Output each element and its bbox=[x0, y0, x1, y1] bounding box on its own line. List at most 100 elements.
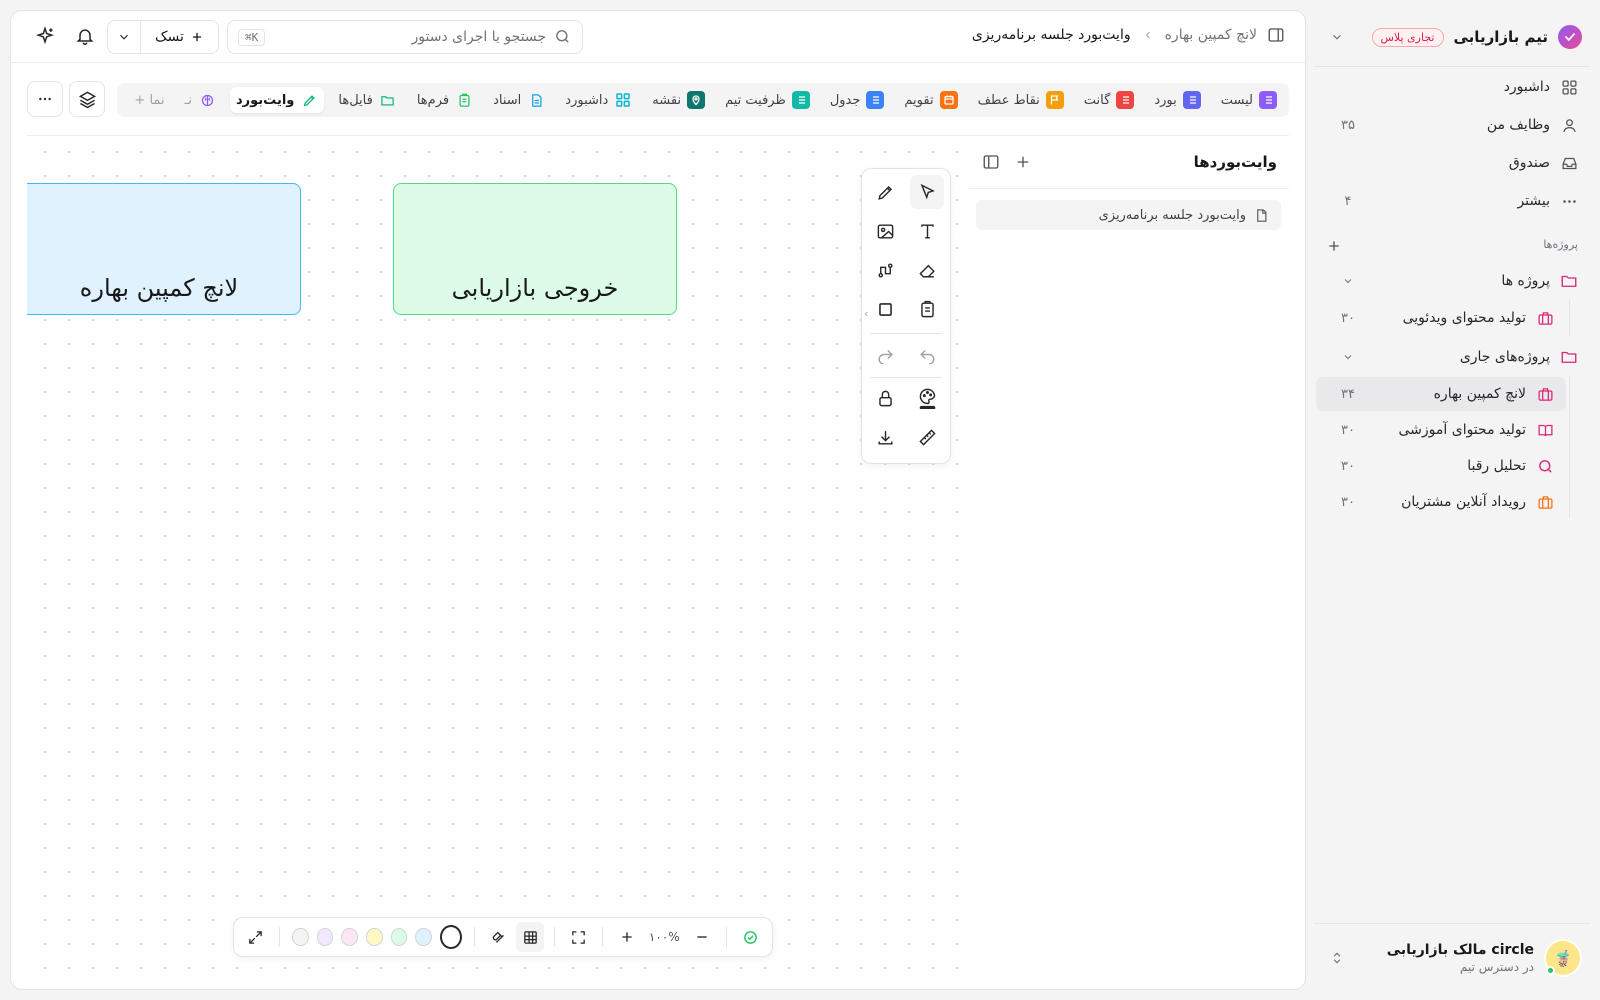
canvas-shape[interactable]: خروجی بازاریابی bbox=[393, 183, 677, 315]
sidebar-toggle-icon[interactable] bbox=[1267, 25, 1287, 45]
expand-button[interactable] bbox=[242, 922, 269, 952]
search-input[interactable]: جستجو یا اجرای دستور ⌘K bbox=[227, 20, 583, 54]
whiteboard-icon bbox=[300, 91, 318, 109]
plus-icon bbox=[619, 929, 635, 945]
nav-item-more[interactable]: بیشتر ۴ bbox=[1316, 184, 1590, 218]
layers-button[interactable] bbox=[69, 81, 105, 117]
chevrons-up-down-icon[interactable] bbox=[1326, 951, 1348, 965]
ruler-button[interactable] bbox=[910, 420, 944, 454]
snap-button[interactable] bbox=[485, 922, 512, 952]
download-button[interactable] bbox=[868, 420, 902, 454]
project-item[interactable]: تولید محتوای آموزشی ۳۰ bbox=[1316, 413, 1566, 447]
tab-label: نقشه bbox=[652, 92, 682, 108]
whiteboards-header: وایت‌بوردها bbox=[982, 150, 1277, 174]
plus-icon[interactable] bbox=[1326, 238, 1344, 256]
chevron-down-icon[interactable] bbox=[1328, 351, 1368, 363]
plus-icon[interactable] bbox=[1014, 153, 1032, 171]
pen-tool-button[interactable] bbox=[868, 175, 902, 209]
tab-table[interactable]: جدول bbox=[824, 87, 891, 113]
tab-board[interactable]: بورد bbox=[1148, 87, 1206, 113]
color-swatch[interactable] bbox=[341, 928, 359, 946]
plan-badge: تجاری پلاس bbox=[1371, 27, 1444, 47]
user-menu[interactable]: 🧋 مالک بازاریابی circle در دسترس تیم bbox=[1326, 936, 1582, 980]
eraser-icon bbox=[918, 261, 937, 280]
grid-toggle-button[interactable] bbox=[516, 922, 544, 952]
chevron-left-icon bbox=[1141, 29, 1155, 41]
canvas-shape[interactable]: لانچ کمپین بهاره bbox=[27, 183, 301, 315]
project-item[interactable]: تحلیل رقبا ۳۰ bbox=[1316, 449, 1566, 483]
new-task-button[interactable]: تسک bbox=[107, 20, 219, 54]
add-task-label: تسک bbox=[155, 29, 184, 45]
download-icon bbox=[876, 428, 895, 447]
undo-button[interactable] bbox=[910, 337, 944, 371]
tab-label: فایل‌ها bbox=[338, 92, 373, 108]
workspace-switcher[interactable]: تیم بازاریابی تجاری پلاس bbox=[1326, 20, 1582, 54]
nav-label: صندوق bbox=[1508, 155, 1550, 171]
project-item-active[interactable]: لانچ کمپین بهاره ۳۴ bbox=[1316, 377, 1566, 411]
fit-to-screen-button[interactable] bbox=[565, 922, 592, 952]
nav-item-inbox[interactable]: صندوق bbox=[1316, 146, 1590, 180]
add-task-button[interactable]: تسک bbox=[140, 21, 218, 53]
nav-item-dashboard[interactable]: داشبورد bbox=[1316, 70, 1590, 104]
panel-toggle-icon[interactable] bbox=[982, 153, 1000, 171]
color-swatch[interactable] bbox=[316, 928, 334, 946]
color-swatch[interactable] bbox=[366, 928, 383, 946]
sparkle-icon[interactable] bbox=[35, 26, 57, 48]
color-swatch[interactable] bbox=[292, 928, 309, 946]
select-tool-button[interactable] bbox=[910, 175, 944, 209]
tab-more-truncated[interactable]: نـ bbox=[179, 87, 222, 113]
tab-gantt[interactable]: گانت bbox=[1078, 87, 1141, 113]
tab-forms[interactable]: فرم‌ها bbox=[411, 87, 479, 113]
text-tool-button[interactable] bbox=[910, 214, 944, 248]
zoom-out-button[interactable] bbox=[688, 922, 715, 952]
whiteboards-panel: وایت‌بوردها وایت‌بورد جلسه برنامه‌ریزی bbox=[967, 136, 1289, 989]
color-swatch[interactable] bbox=[390, 928, 408, 946]
whiteboard-canvas[interactable]: لانچ کمپین بهاره خروجی بازاریابی ‹ ۱۰۰% bbox=[27, 136, 969, 989]
folder-projects[interactable]: پروژه ها bbox=[1316, 264, 1590, 298]
add-view-button[interactable]: + نما bbox=[128, 87, 170, 113]
zoom-in-button[interactable] bbox=[613, 922, 640, 952]
color-swatch[interactable] bbox=[415, 928, 432, 946]
nav-item-my-tasks[interactable]: وظایف من ۳۵ bbox=[1316, 108, 1590, 142]
tab-label: وایت‌بورد bbox=[236, 92, 295, 108]
eraser-tool-button[interactable] bbox=[910, 253, 944, 287]
board-icon bbox=[1182, 91, 1201, 109]
color-palette-button[interactable] bbox=[910, 381, 944, 415]
more-options-button[interactable] bbox=[27, 81, 63, 117]
folder-open-icon bbox=[379, 91, 397, 109]
tab-files[interactable]: فایل‌ها bbox=[332, 87, 402, 113]
zoom-level: ۱۰۰% bbox=[648, 930, 680, 944]
lock-button[interactable] bbox=[868, 381, 902, 415]
document-icon bbox=[527, 91, 545, 109]
bell-icon[interactable] bbox=[75, 26, 97, 48]
view-tabs: لیست بورد گانت نقاط عطف تقویم جدول ظرفیت… bbox=[117, 83, 1289, 117]
tab-docs[interactable]: اسناد bbox=[487, 87, 551, 113]
color-swatch-selected[interactable] bbox=[439, 925, 463, 949]
avatar: 🧋 bbox=[1544, 939, 1582, 977]
tab-calendar[interactable]: تقویم bbox=[898, 87, 963, 113]
tab-map[interactable]: نقشه bbox=[646, 87, 711, 113]
project-item[interactable]: رویداد آنلاین مشتریان ۳۰ bbox=[1316, 485, 1566, 519]
whiteboard-list-item[interactable]: وایت‌بورد جلسه برنامه‌ریزی bbox=[976, 200, 1281, 230]
connector-tool-button[interactable] bbox=[868, 253, 902, 287]
project-item[interactable]: تولید محتوای ویدئویی ۳۰ bbox=[1316, 301, 1566, 335]
nav-count: ۳۵ bbox=[1341, 117, 1355, 133]
rectangle-tool-button[interactable] bbox=[868, 292, 902, 326]
tab-dashboard[interactable]: داشبورد bbox=[559, 87, 638, 113]
breadcrumb: لانچ کمپین بهاره وایت‌بورد جلسه برنامه‌ر… bbox=[972, 25, 1287, 45]
projects-section-label: پروژه‌ها bbox=[1543, 238, 1578, 251]
image-tool-button[interactable] bbox=[868, 214, 902, 248]
chevron-down-icon[interactable] bbox=[1328, 275, 1368, 287]
tab-list[interactable]: لیست bbox=[1215, 87, 1283, 113]
sticky-note-tool-button[interactable] bbox=[910, 292, 944, 326]
tab-whiteboard[interactable]: وایت‌بورد bbox=[230, 87, 325, 113]
breadcrumb-parent[interactable]: لانچ کمپین بهاره bbox=[1165, 27, 1257, 43]
layers-icon bbox=[78, 90, 97, 109]
tab-milestones[interactable]: نقاط عطف bbox=[972, 87, 1070, 113]
redo-button[interactable] bbox=[868, 337, 902, 371]
chevron-down-icon[interactable] bbox=[108, 21, 140, 53]
tab-team-capacity[interactable]: ظرفیت تیم bbox=[719, 87, 816, 113]
chevron-down-icon[interactable] bbox=[1326, 30, 1348, 44]
folder-current-projects[interactable]: پروژه‌های جاری bbox=[1316, 340, 1590, 374]
whiteboards-actions bbox=[982, 153, 1032, 171]
